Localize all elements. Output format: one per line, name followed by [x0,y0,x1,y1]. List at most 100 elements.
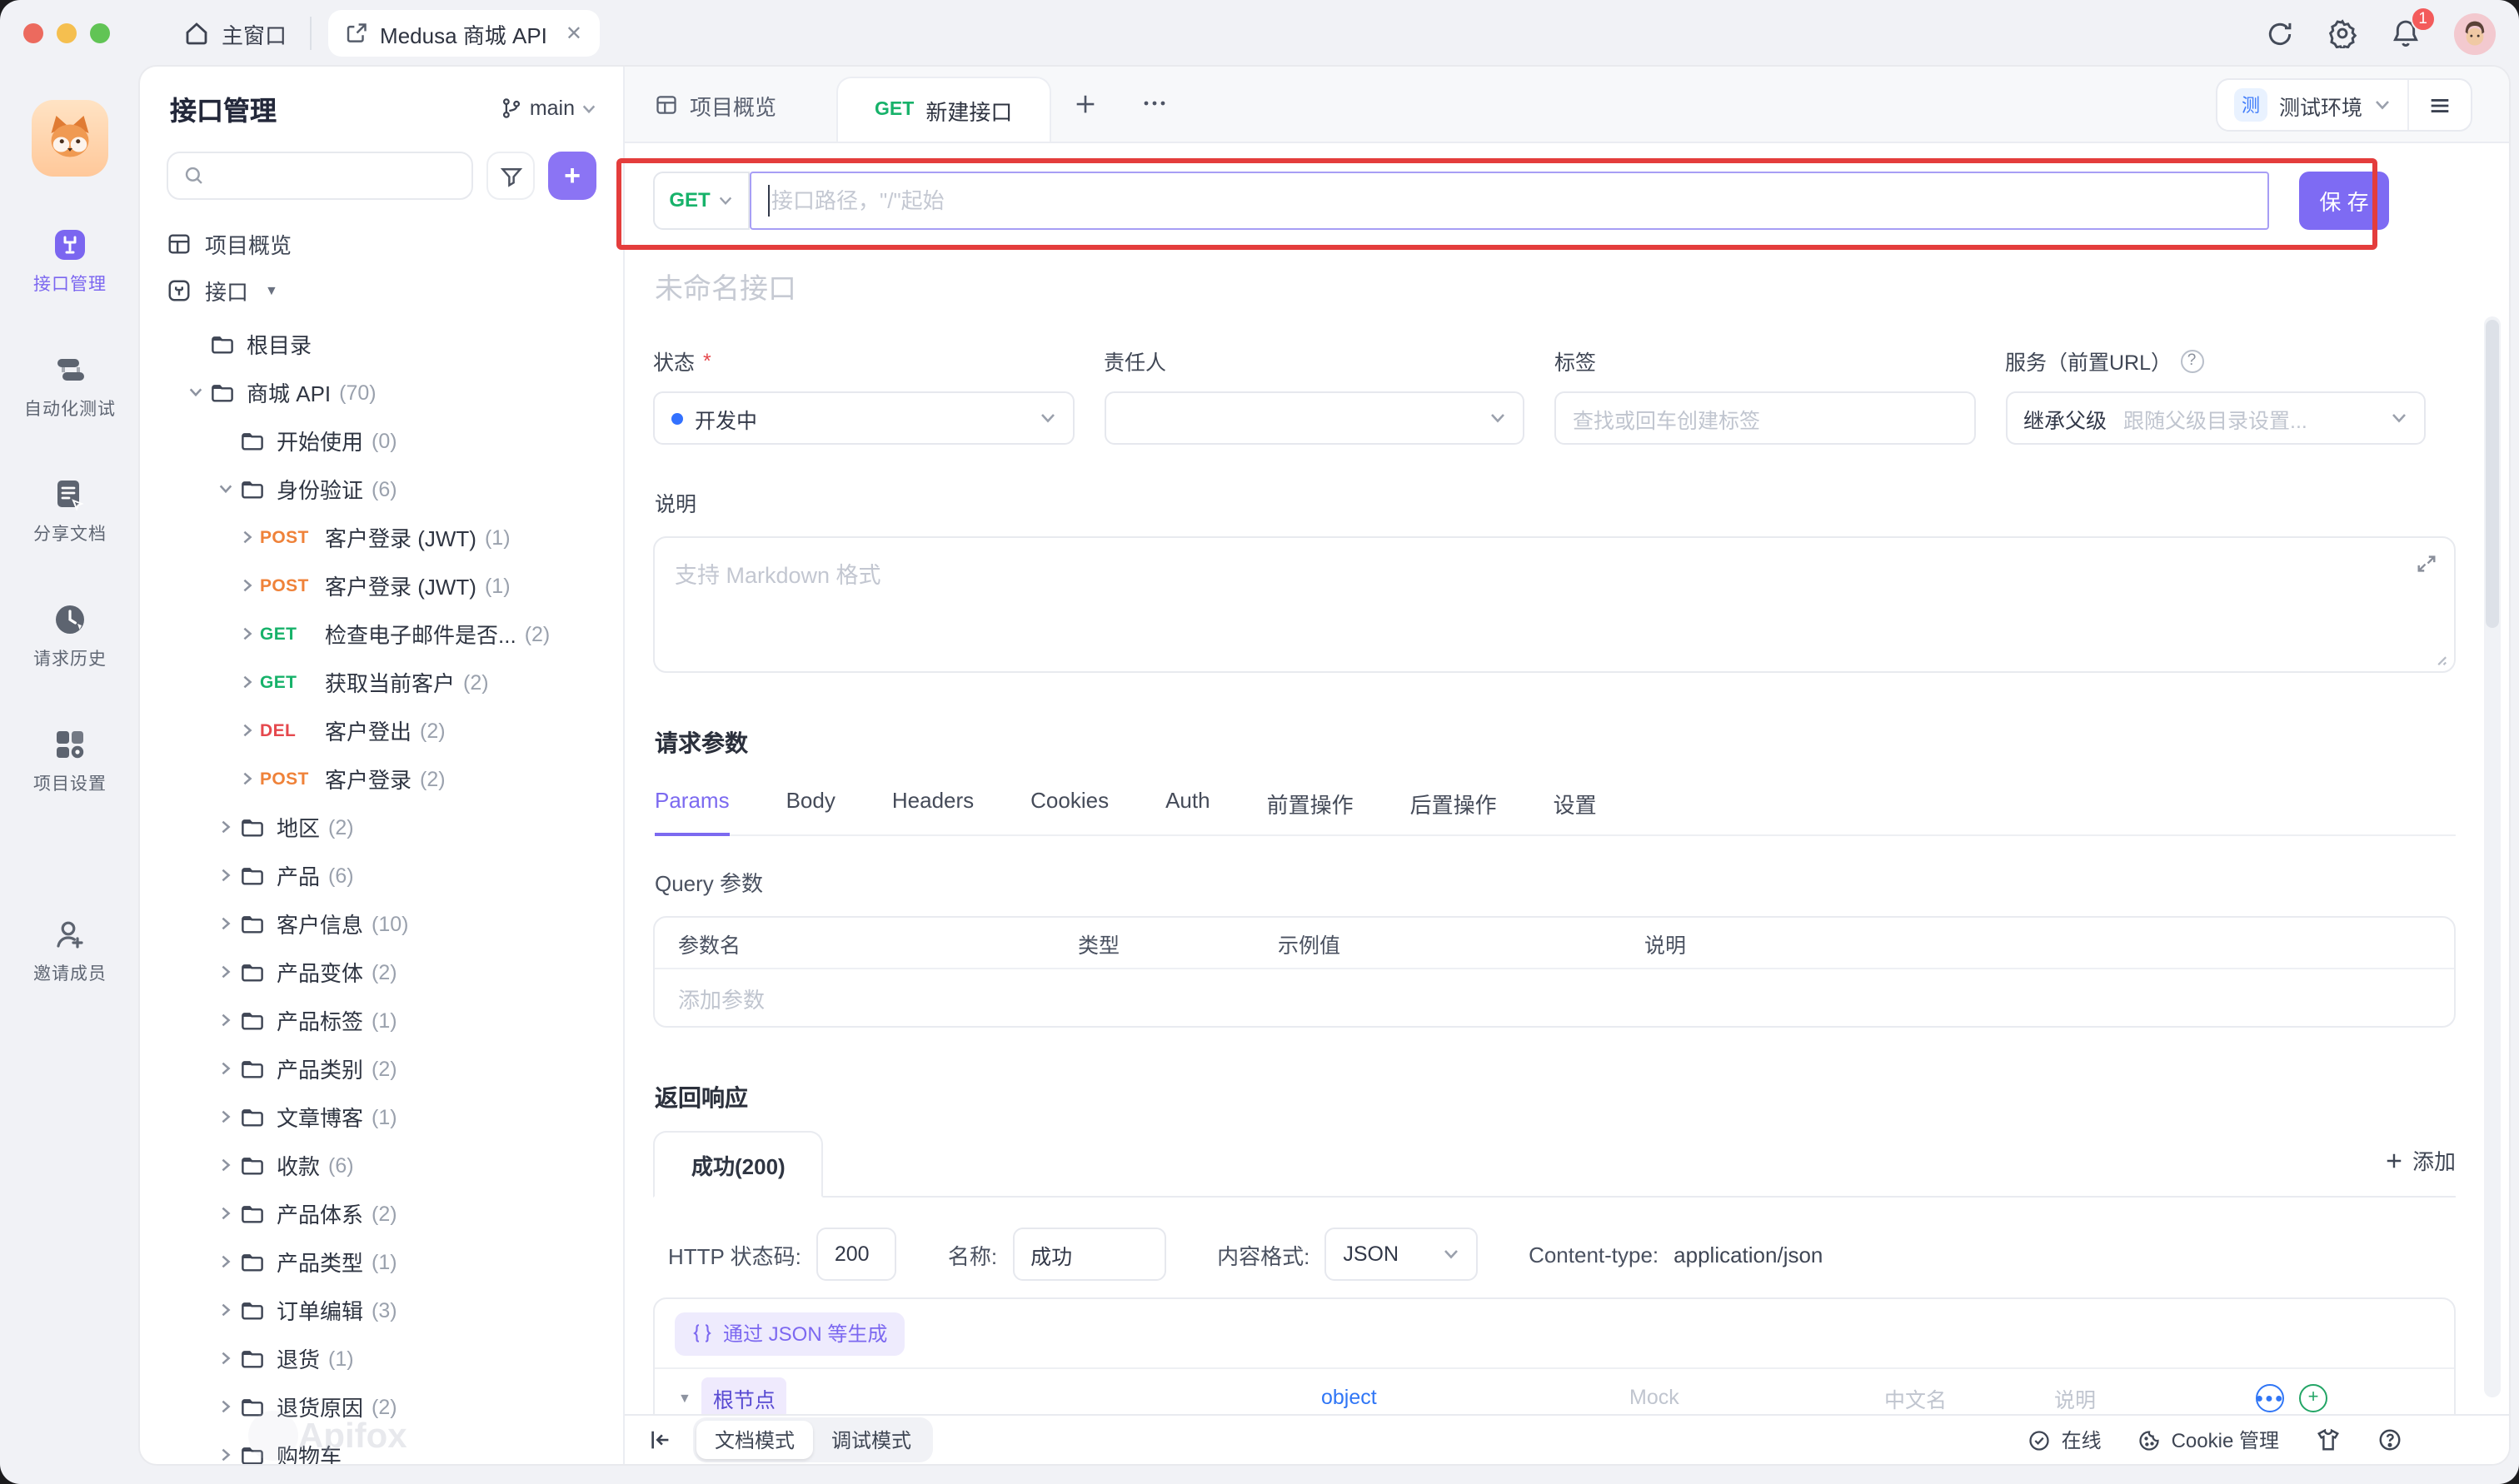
chevron-right-icon[interactable] [210,1351,240,1366]
rail-item-api-management[interactable]: 接口管理 [24,227,116,296]
tree-item-endpoint[interactable]: GET获取当前客户(2) [140,658,623,706]
tree-item-folder[interactable]: 商城 API(70) [140,368,623,416]
refresh-icon[interactable] [2266,19,2294,47]
endpoint-name-placeholder[interactable]: 未命名接口 [655,265,2476,306]
generate-from-json-button[interactable]: 通过 JSON 等生成 [675,1312,904,1355]
tree-item-folder[interactable]: 退货原因(2) [140,1382,623,1431]
params-tab-后置操作[interactable]: 后置操作 [1410,778,1497,834]
chevron-right-icon[interactable] [233,578,260,593]
chevron-right-icon[interactable] [210,1109,240,1124]
main-window-tab[interactable]: 主窗口 [180,17,310,49]
tree-item-folder[interactable]: 产品类别(2) [140,1044,623,1093]
tshirt-theme-icon[interactable] [2316,1427,2341,1452]
root-desc-placeholder[interactable]: 说明 [2054,1382,2096,1413]
service-select[interactable]: 继承父级跟随父级目录设置... [2005,391,2426,445]
zoom-window-button[interactable] [90,23,110,43]
rail-item-request-history[interactable]: 请求历史 [24,601,116,671]
chevron-right-icon[interactable] [210,1447,240,1462]
http-status-input[interactable] [816,1228,896,1281]
tree-item-folder[interactable]: 产品类型(1) [140,1237,623,1286]
more-actions-icon[interactable]: ●●● [2256,1383,2284,1412]
tree-item-folder[interactable]: 产品体系(2) [140,1189,623,1237]
chevron-right-icon[interactable] [210,1158,240,1173]
tree-item-endpoint[interactable]: POST客户登录 (JWT)(1) [140,513,623,561]
scrollbar-thumb[interactable] [2486,320,2499,628]
close-window-button[interactable] [23,23,43,43]
chevron-right-icon[interactable] [210,1061,240,1076]
root-type[interactable]: object [1321,1386,1377,1409]
close-tab-icon[interactable]: ✕ [566,22,582,45]
chevron-right-icon[interactable] [210,868,240,883]
settings-gear-icon[interactable] [2327,18,2357,48]
params-tab-Cookies[interactable]: Cookies [1030,778,1109,834]
rail-item-automated-testing[interactable]: 自动化测试 [24,351,116,421]
new-tab-button[interactable] [1050,67,1119,142]
chevron-right-icon[interactable] [210,1399,240,1414]
params-tab-前置操作[interactable]: 前置操作 [1267,778,1354,834]
status-select[interactable]: 开发中 [653,391,1074,445]
sidebar-item-apis[interactable]: 接口 ▼ [140,266,623,313]
user-avatar[interactable] [2454,12,2496,54]
chevron-right-icon[interactable] [233,530,260,545]
method-select[interactable]: GET [653,171,750,229]
collapse-sidebar-icon[interactable] [648,1427,673,1452]
tree-item-endpoint[interactable]: POST客户登录(2) [140,754,623,803]
params-tab-Headers[interactable]: Headers [892,778,974,834]
branch-selector[interactable]: main [500,97,596,120]
chevron-right-icon[interactable] [233,723,260,738]
add-response-button[interactable]: 添加 [2384,1144,2456,1196]
save-button[interactable]: 保 存 [2299,171,2389,229]
doc-mode-option[interactable]: 文档模式 [696,1421,813,1459]
chevron-right-icon[interactable] [210,1254,240,1269]
resize-handle-icon[interactable] [2432,651,2447,666]
tree-item-folder[interactable]: 身份验证(6) [140,465,623,513]
environment-menu-button[interactable] [2409,92,2471,117]
chevron-right-icon[interactable] [233,626,260,641]
chevron-right-icon[interactable] [210,819,240,834]
help-circle-icon[interactable]: ? [2180,349,2203,372]
chevron-down-icon[interactable] [210,481,240,496]
rail-item-share-docs[interactable]: 分享文档 [24,476,116,546]
chevron-right-icon[interactable] [233,771,260,786]
root-cn-placeholder[interactable]: 中文名 [1884,1382,1947,1413]
tree-item-folder[interactable]: 产品(6) [140,851,623,899]
vertical-scrollbar[interactable] [2484,316,2501,1397]
more-tabs-button[interactable] [1119,67,1189,142]
search-input[interactable] [167,152,473,200]
notifications-bell[interactable]: 1 [2391,18,2421,48]
params-tab-设置[interactable]: 设置 [1554,778,1597,834]
tree-item-folder[interactable]: 退货(1) [140,1334,623,1382]
tree-item-folder[interactable]: 开始使用(0) [140,416,623,465]
params-tab-Params[interactable]: Params [655,778,730,836]
minimize-window-button[interactable] [57,23,77,43]
caret-down-icon[interactable]: ▼ [678,1390,691,1405]
response-name-input[interactable] [1012,1228,1165,1281]
tree-item-folder[interactable]: 产品变体(2) [140,948,623,996]
description-textarea[interactable]: 支持 Markdown 格式 [653,536,2456,673]
tree-item-folder[interactable]: 客户信息(10) [140,899,623,948]
params-tab-Auth[interactable]: Auth [1165,778,1210,834]
expand-icon[interactable] [2416,553,2437,575]
filter-button[interactable] [486,152,535,200]
tree-item-folder[interactable]: 产品标签(1) [140,996,623,1044]
add-param-row[interactable]: 添加参数 [655,969,2454,1026]
root-mock-placeholder[interactable]: Mock [1629,1386,1679,1409]
owner-select[interactable] [1104,391,1524,445]
chevron-right-icon[interactable] [210,964,240,979]
cookie-manager[interactable]: Cookie 管理 [2138,1426,2279,1454]
chevron-right-icon[interactable] [210,1206,240,1221]
tree-item-endpoint[interactable]: POST客户登录 (JWT)(1) [140,561,623,610]
chevron-right-icon[interactable] [210,1013,240,1028]
params-tab-Body[interactable]: Body [786,778,836,834]
format-select[interactable]: JSON [1324,1228,1477,1281]
chevron-right-icon[interactable] [210,916,240,931]
project-window-tab[interactable]: Medusa 商城 API ✕ [328,10,599,57]
tab-project-overview[interactable]: 项目概览 [625,67,806,143]
online-status[interactable]: 在线 [2028,1426,2102,1454]
help-circle-icon[interactable] [2377,1427,2402,1452]
add-field-icon[interactable]: + [2299,1383,2327,1412]
tree-item-folder[interactable]: 文章博客(1) [140,1093,623,1141]
tree-item-endpoint[interactable]: DEL客户登出(2) [140,706,623,754]
add-api-button[interactable]: + [548,152,596,200]
tree-item-folder[interactable]: 根目录 [140,320,623,368]
